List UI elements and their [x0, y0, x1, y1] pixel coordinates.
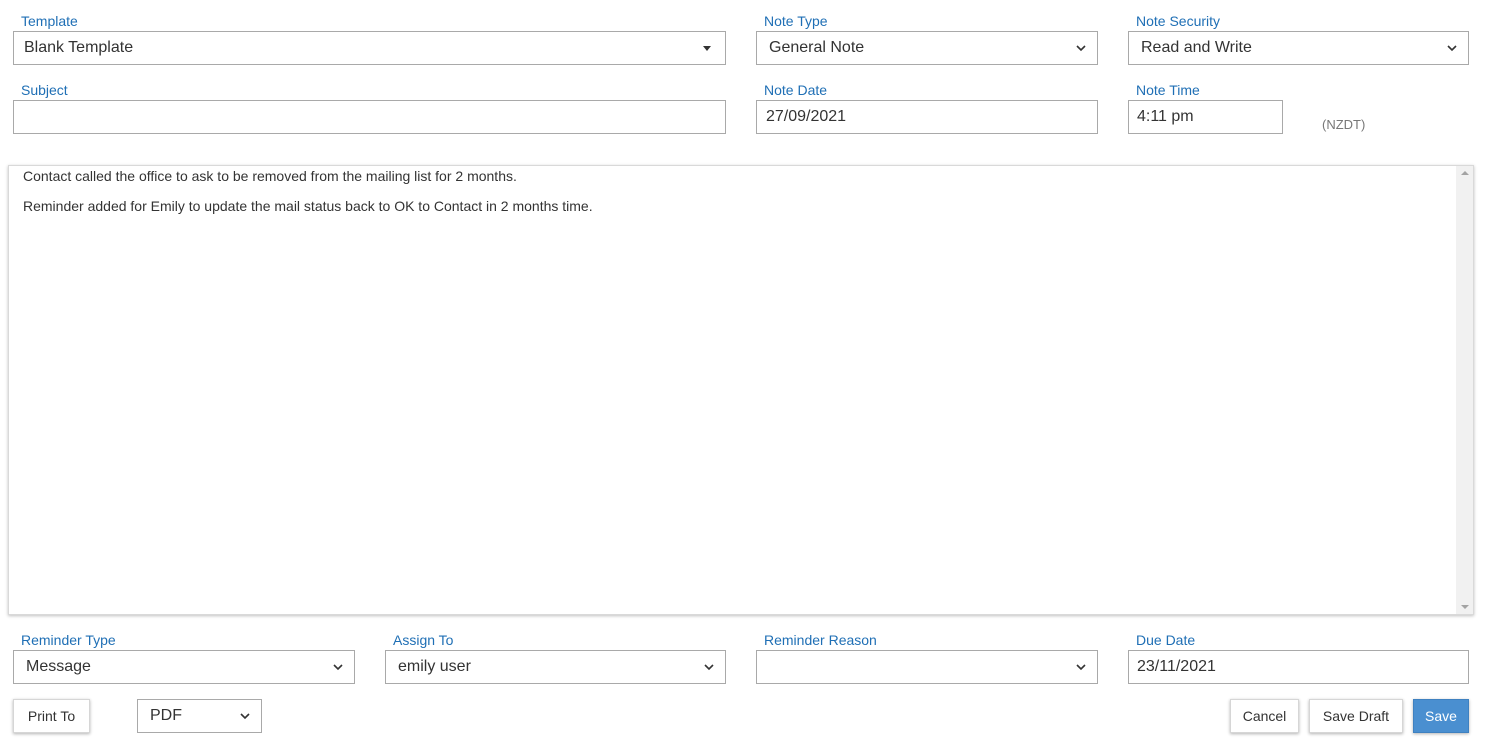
note-date-input[interactable]: 27/09/2021	[756, 100, 1098, 134]
note-date-value: 27/09/2021	[766, 108, 847, 125]
note-time-label: Note Time	[1136, 82, 1200, 98]
print-format-select[interactable]: PDF	[137, 699, 262, 733]
reminder-type-label: Reminder Type	[21, 632, 116, 648]
chevron-down-icon	[1075, 661, 1087, 673]
assign-to-select[interactable]: emily user	[385, 650, 726, 684]
scroll-up-arrow-icon[interactable]	[1456, 166, 1473, 180]
note-type-label: Note Type	[764, 13, 828, 29]
assign-to-label: Assign To	[393, 632, 454, 648]
chevron-down-icon	[239, 710, 251, 722]
due-date-value: 23/11/2021	[1137, 658, 1216, 675]
reminder-reason-select[interactable]	[756, 650, 1098, 684]
scroll-down-arrow-icon[interactable]	[1456, 600, 1473, 614]
note-body-editor[interactable]: Contact called the office to ask to be r…	[8, 165, 1474, 615]
template-label: Template	[21, 13, 78, 29]
subject-input[interactable]	[13, 100, 726, 134]
note-security-value: Read and Write	[1141, 39, 1252, 56]
note-body-content[interactable]: Contact called the office to ask to be r…	[23, 168, 1449, 228]
reminder-type-value: Message	[26, 658, 91, 675]
cancel-button[interactable]: Cancel	[1230, 699, 1299, 733]
print-to-button[interactable]: Print To	[13, 699, 90, 733]
save-draft-button[interactable]: Save Draft	[1309, 699, 1403, 733]
subject-label: Subject	[21, 82, 68, 98]
note-date-label: Note Date	[764, 82, 828, 98]
note-paragraph: Contact called the office to ask to be r…	[23, 168, 517, 184]
chevron-down-icon	[1075, 42, 1087, 54]
assign-to-value: emily user	[398, 658, 471, 675]
caret-down-icon	[703, 45, 711, 51]
note-type-select[interactable]: General Note	[756, 31, 1098, 65]
note-paragraph: Reminder added for Emily to update the m…	[23, 198, 593, 214]
chevron-down-icon	[332, 661, 344, 673]
due-date-input[interactable]: 23/11/2021	[1128, 650, 1469, 684]
template-select[interactable]: Blank Template	[13, 31, 726, 65]
note-time-input[interactable]: 4:11 pm	[1128, 100, 1283, 134]
reminder-type-select[interactable]: Message	[13, 650, 355, 684]
note-security-label: Note Security	[1136, 13, 1221, 29]
save-button[interactable]: Save	[1413, 699, 1469, 733]
chevron-down-icon	[1446, 42, 1458, 54]
template-value: Blank Template	[24, 39, 134, 56]
note-security-select[interactable]: Read and Write	[1128, 31, 1469, 65]
note-type-value: General Note	[769, 39, 865, 56]
due-date-label: Due Date	[1136, 632, 1196, 648]
chevron-down-icon	[703, 661, 715, 673]
editor-scrollbar[interactable]	[1456, 166, 1473, 614]
note-time-value: 4:11 pm	[1137, 108, 1194, 125]
print-format-value: PDF	[150, 707, 182, 724]
reminder-reason-label: Reminder Reason	[764, 632, 877, 648]
timezone-label: (NZDT)	[1322, 117, 1366, 132]
